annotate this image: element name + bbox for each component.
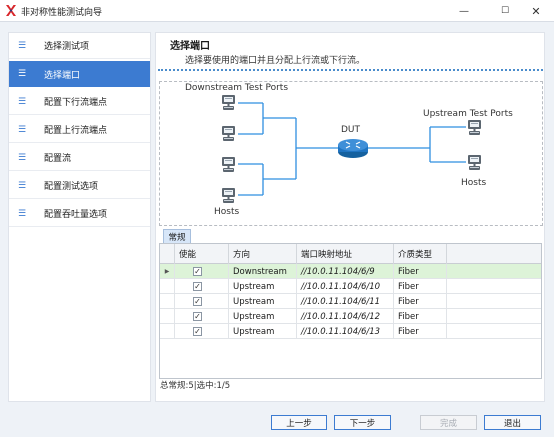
direction-cell[interactable]: Upstream [229, 309, 297, 324]
port-address-cell[interactable]: //10.0.11.104/6/9 [297, 264, 394, 279]
enable-checkbox[interactable]: ✓ [193, 327, 202, 336]
sidebar-item-throughput-options[interactable]: ☰ 配置吞吐量选项 [9, 201, 150, 227]
window-title: 非对称性能测试向导 [21, 8, 103, 18]
minimize-icon: — [459, 5, 469, 17]
previous-button[interactable]: 上一步 [271, 415, 327, 430]
section-divider [158, 69, 543, 71]
sidebar-item-label: 配置下行流端点 [44, 98, 108, 108]
sidebar-item-select-ports[interactable]: ☰ 选择端口 [9, 61, 150, 87]
row-selector [160, 294, 175, 309]
direction-cell[interactable]: Upstream [229, 294, 297, 309]
enable-checkbox[interactable]: ✓ [193, 282, 202, 291]
list-icon: ☰ [18, 124, 27, 135]
port-address-cell[interactable]: //10.0.11.104/6/11 [297, 294, 394, 309]
minimize-button[interactable]: — [446, 0, 482, 22]
media-type-cell[interactable]: Fiber [394, 309, 447, 324]
column-header-direction[interactable]: 方向 [229, 244, 297, 264]
sidebar-item-label: 配置上行流端点 [44, 126, 108, 136]
list-icon: ☰ [18, 40, 27, 51]
list-icon: ☰ [18, 152, 27, 163]
enable-checkbox[interactable]: ✓ [193, 312, 202, 321]
row-selector [160, 324, 175, 339]
sidebar-item-select-test[interactable]: ☰ 选择测试项 [9, 33, 150, 59]
next-button[interactable]: 下一步 [334, 415, 391, 430]
sidebar-item-label: 配置测试选项 [44, 182, 99, 192]
tab-general[interactable]: 常规 [163, 229, 191, 243]
direction-cell[interactable]: Upstream [229, 324, 297, 339]
table-row[interactable]: ✓ Upstream //10.0.11.104/6/12 Fiber [160, 309, 541, 324]
port-address-cell[interactable]: //10.0.11.104/6/12 [297, 309, 394, 324]
port-address-cell[interactable]: //10.0.11.104/6/13 [297, 324, 394, 339]
table-row[interactable]: ✓ Upstream //10.0.11.104/6/10 Fiber [160, 279, 541, 294]
sidebar-item-label: 选择端口 [44, 70, 81, 81]
topology-diagram: Downstream Test Ports Upstream Test Port… [159, 81, 543, 226]
media-type-cell[interactable]: Fiber [394, 324, 447, 339]
title-bar: 非对称性能测试向导 — ☐ ✕ [0, 0, 554, 22]
media-type-cell[interactable]: Fiber [394, 279, 447, 294]
row-selector [160, 309, 175, 324]
column-header-port-address[interactable]: 端口映射地址 [297, 244, 394, 264]
page-subtitle: 选择要使用的端口并且分配上行流或下行流。 [185, 56, 366, 66]
host-icon [468, 155, 481, 170]
media-type-cell[interactable]: Fiber [394, 264, 447, 279]
tab-strip: 常规 [159, 228, 543, 243]
app-logo-icon [6, 5, 16, 16]
host-icon [222, 95, 235, 110]
media-type-cell[interactable]: Fiber [394, 294, 447, 309]
table-row[interactable]: ▶ ✓ Downstream //10.0.11.104/6/9 Fiber [160, 264, 541, 279]
close-button[interactable]: ✕ [518, 0, 554, 22]
table-row[interactable]: ✓ Upstream //10.0.11.104/6/11 Fiber [160, 294, 541, 309]
host-icon [222, 188, 235, 203]
row-selector-header [160, 244, 175, 264]
enable-checkbox[interactable]: ✓ [193, 297, 202, 306]
column-header-enable[interactable]: 使能 [175, 244, 229, 264]
table-header: 使能 方向 端口映射地址 介质类型 [160, 244, 541, 264]
status-summary: 总常规:5|选中:1/5 [160, 381, 231, 391]
host-icon [222, 126, 235, 141]
hosts-left-label: Hosts [214, 207, 240, 217]
row-selector [160, 279, 175, 294]
upstream-ports-label: Upstream Test Ports [423, 109, 513, 119]
dut-label: DUT [341, 125, 361, 135]
sidebar-item-label: 配置流 [44, 154, 72, 164]
sidebar-item-configure-streams[interactable]: ☰ 配置流 [9, 145, 150, 171]
list-icon: ☰ [18, 69, 27, 79]
main-panel: 选择端口 选择要使用的端口并且分配上行流或下行流。 Downstream Tes… [155, 32, 545, 402]
host-icon [468, 120, 481, 135]
close-icon: ✕ [531, 4, 541, 18]
host-icon [222, 157, 235, 172]
direction-cell[interactable]: Downstream [229, 264, 297, 279]
wizard-step-sidebar: ☰ 选择测试项 ☰ 选择端口 ☰ 配置下行流端点 ☰ 配置上行流端点 ☰ 配置流… [8, 32, 151, 402]
sidebar-item-downstream-endpoints[interactable]: ☰ 配置下行流端点 [9, 89, 150, 115]
column-header-media-type[interactable]: 介质类型 [394, 244, 447, 264]
page-title: 选择端口 [170, 41, 210, 52]
sidebar-item-label: 选择测试项 [44, 42, 90, 52]
downstream-ports-label: Downstream Test Ports [185, 83, 289, 93]
list-icon: ☰ [18, 208, 27, 219]
topology-svg [222, 95, 481, 203]
sidebar-item-test-options[interactable]: ☰ 配置测试选项 [9, 173, 150, 199]
port-address-cell[interactable]: //10.0.11.104/6/10 [297, 279, 394, 294]
maximize-icon: ☐ [500, 6, 510, 16]
exit-button[interactable]: 退出 [484, 415, 541, 430]
list-icon: ☰ [18, 180, 27, 191]
list-icon: ☰ [18, 96, 27, 107]
sidebar-item-upstream-endpoints[interactable]: ☰ 配置上行流端点 [9, 117, 150, 143]
hosts-right-label: Hosts [461, 178, 487, 188]
ports-table: 使能 方向 端口映射地址 介质类型 ▶ ✓ Downstream //10.0.… [159, 243, 542, 379]
direction-cell[interactable]: Upstream [229, 279, 297, 294]
current-row-indicator-icon: ▶ [160, 264, 175, 279]
sidebar-item-label: 配置吞吐量选项 [44, 210, 108, 220]
router-icon [338, 139, 368, 158]
table-row[interactable]: ✓ Upstream //10.0.11.104/6/13 Fiber [160, 324, 541, 339]
finish-button[interactable]: 完成 [420, 415, 477, 430]
enable-checkbox[interactable]: ✓ [193, 267, 202, 276]
